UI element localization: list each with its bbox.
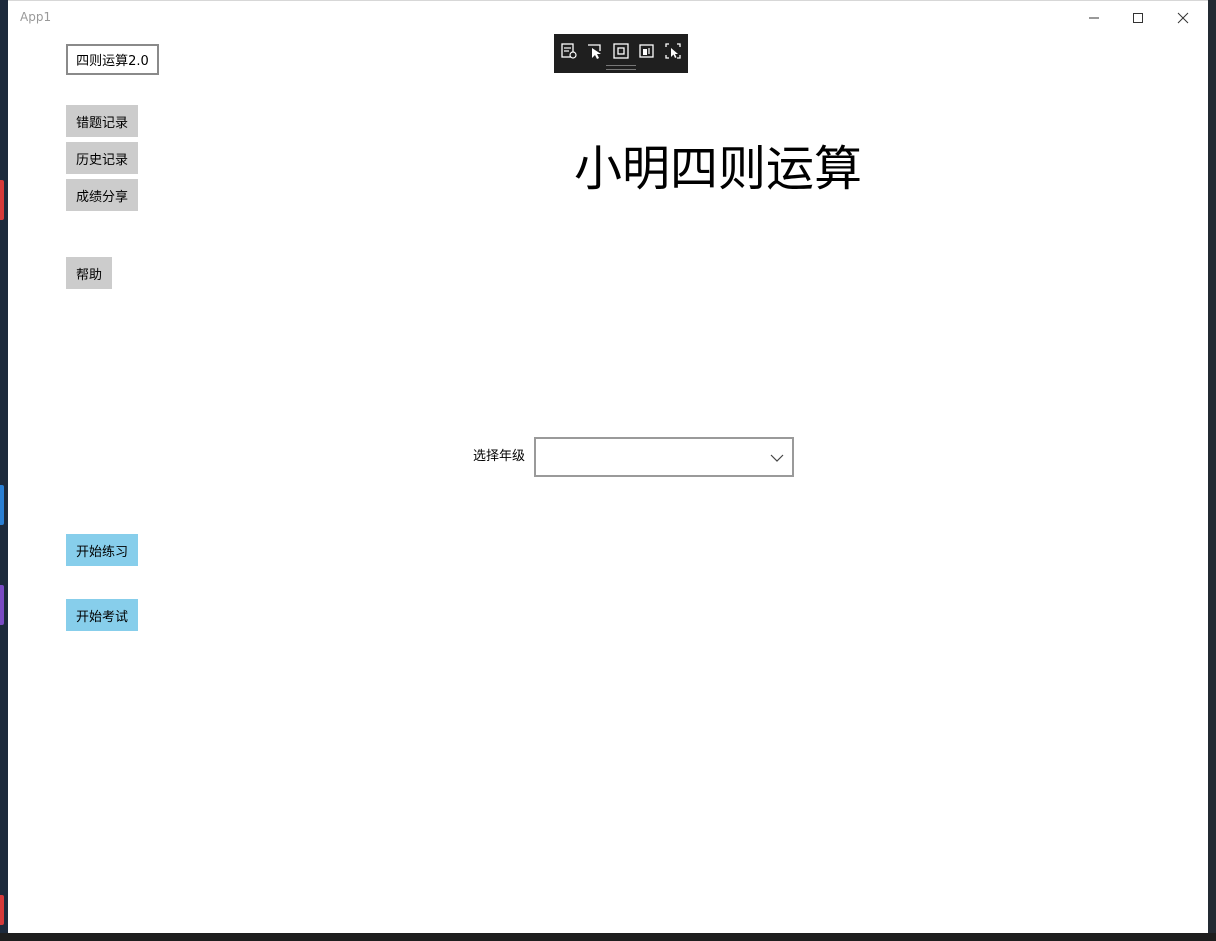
app-window: App1 四则运算2.0 错题记录 历史记录 成绩分享 帮助 小明四则运算 选择…	[8, 0, 1208, 933]
select-element-icon	[588, 44, 601, 59]
help-button[interactable]: 帮助	[66, 257, 113, 289]
desktop-app-chip	[0, 585, 4, 625]
track-focus-button[interactable]	[638, 42, 656, 60]
desktop-app-chip	[0, 180, 4, 220]
start-exam-button[interactable]: 开始考试	[66, 599, 139, 631]
display-layout-adorners-button[interactable]	[612, 42, 630, 60]
toolbar-drag-grip[interactable]	[606, 65, 636, 70]
grade-label: 选择年级	[473, 449, 526, 464]
minimize-icon	[1089, 17, 1099, 19]
select-element-button[interactable]	[586, 42, 604, 60]
history-records-button[interactable]: 历史记录	[66, 142, 139, 174]
display-layout-adorners-icon	[613, 43, 629, 59]
track-focus-icon	[639, 44, 654, 58]
xaml-debug-toolbar	[554, 34, 688, 73]
live-visual-tree-button[interactable]	[560, 42, 578, 60]
start-practice-button[interactable]: 开始练习	[66, 534, 139, 566]
grade-dropdown[interactable]	[534, 437, 794, 477]
window-title: App1	[20, 10, 52, 24]
version-label: 四则运算2.0	[66, 44, 159, 75]
chevron-down-icon	[770, 454, 784, 462]
desktop-background-right	[1208, 0, 1216, 941]
preview-selection-button[interactable]	[664, 42, 682, 60]
maximize-button[interactable]	[1116, 5, 1160, 31]
desktop-app-chip	[0, 895, 4, 925]
desktop-background-left	[0, 0, 8, 941]
wrong-records-button[interactable]: 错题记录	[66, 105, 139, 137]
maximize-icon	[1133, 13, 1143, 23]
score-share-button[interactable]: 成绩分享	[66, 179, 139, 211]
close-icon	[1177, 12, 1189, 24]
close-button[interactable]	[1161, 5, 1205, 31]
live-visual-tree-icon	[561, 43, 577, 59]
desktop-app-chip	[0, 485, 4, 525]
minimize-button[interactable]	[1072, 5, 1116, 31]
preview-selection-icon	[665, 43, 681, 59]
page-title: 小明四则运算	[574, 141, 863, 197]
desktop-taskbar-strip	[0, 933, 1216, 941]
